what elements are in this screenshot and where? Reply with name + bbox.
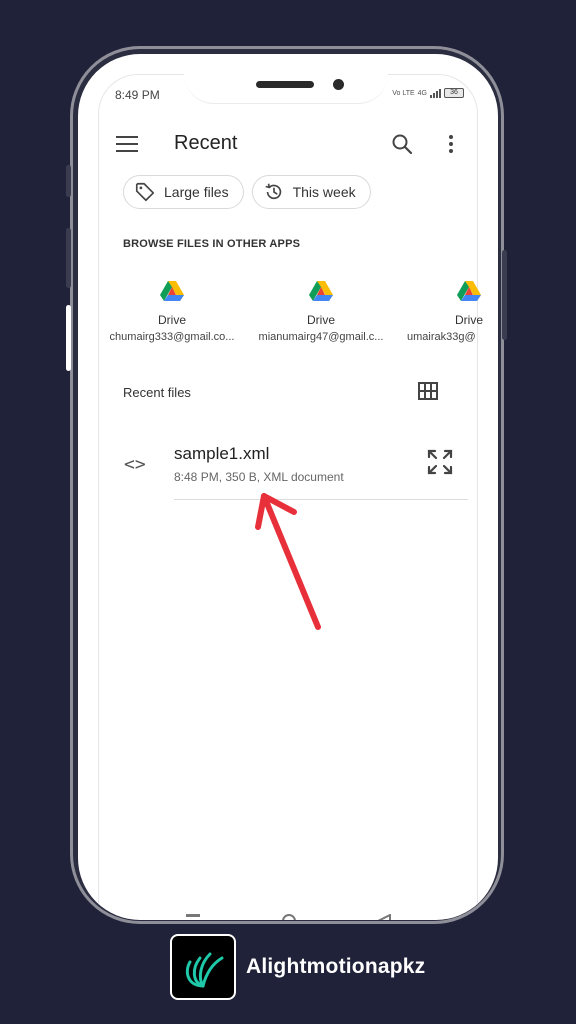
chip-label: This week bbox=[292, 184, 356, 200]
code-icon: <> bbox=[124, 454, 146, 475]
app-account: mianumairg47@gmail.c... bbox=[258, 331, 384, 343]
google-drive-icon bbox=[457, 281, 481, 301]
speaker-grille bbox=[256, 81, 314, 88]
app-bar: Recent bbox=[78, 128, 498, 164]
history-icon bbox=[265, 183, 281, 200]
front-camera bbox=[333, 79, 344, 90]
battery-icon: 36 bbox=[444, 88, 464, 98]
chip-label: Large files bbox=[164, 184, 229, 200]
status-time: 8:49 PM bbox=[115, 88, 160, 102]
expand-icon[interactable] bbox=[426, 448, 454, 476]
file-meta: 8:48 PM, 350 B, XML document bbox=[174, 470, 344, 484]
system-nav-bar bbox=[78, 890, 498, 920]
page-title: Recent bbox=[174, 132, 238, 154]
recent-files-label: Recent files bbox=[123, 385, 191, 400]
browse-section-label: BROWSE FILES IN OTHER APPS bbox=[123, 238, 301, 250]
brand-name: Alightmotionapkz bbox=[246, 955, 426, 978]
volume-button bbox=[66, 165, 71, 197]
file-list-item[interactable]: <> sample1.xml 8:48 PM, 350 B, XML docum… bbox=[78, 432, 498, 502]
google-drive-icon bbox=[309, 281, 333, 301]
app-item-drive[interactable]: Drive chumairg333@gmail.co... bbox=[102, 279, 242, 343]
nav-back-icon[interactable] bbox=[378, 914, 392, 920]
power-button bbox=[66, 305, 71, 371]
alight-motion-logo bbox=[170, 934, 236, 1000]
app-item-drive[interactable]: Drive umairak33g@ bbox=[400, 279, 498, 343]
grid-view-icon[interactable] bbox=[418, 382, 438, 400]
search-icon[interactable] bbox=[390, 132, 414, 156]
more-options-icon[interactable] bbox=[443, 132, 459, 156]
app-name: Drive bbox=[306, 313, 335, 327]
app-name: Drive bbox=[455, 313, 484, 327]
hamburger-menu-icon[interactable] bbox=[116, 136, 138, 154]
notch bbox=[184, 54, 388, 104]
signal-label: 4G bbox=[417, 89, 427, 97]
nav-home-icon[interactable] bbox=[282, 914, 296, 920]
list-divider bbox=[174, 499, 468, 500]
app-account: umairak33g@ bbox=[407, 331, 476, 343]
tag-icon bbox=[135, 182, 155, 202]
phone-screen: 8:49 PM Vo LTE 4G 36 Recent Large files bbox=[78, 54, 498, 920]
volume-button-lower bbox=[66, 228, 71, 288]
app-name: Drive bbox=[157, 313, 186, 327]
nav-recents-icon[interactable] bbox=[186, 914, 200, 920]
filter-chip-this-week[interactable]: This week bbox=[251, 175, 371, 209]
google-drive-icon bbox=[160, 281, 184, 301]
app-account: chumairg333@gmail.co... bbox=[109, 331, 235, 343]
brand-watermark: Alightmotionapkz bbox=[170, 934, 425, 1000]
file-name: sample1.xml bbox=[174, 444, 270, 463]
side-button-right bbox=[502, 250, 507, 340]
signal-bars-icon bbox=[430, 88, 441, 98]
network-label: Vo LTE bbox=[392, 89, 415, 97]
status-icons: Vo LTE 4G 36 bbox=[392, 88, 464, 98]
filter-chips: Large files This week bbox=[123, 175, 371, 209]
app-item-drive[interactable]: Drive mianumairg47@gmail.c... bbox=[251, 279, 391, 343]
filter-chip-large-files[interactable]: Large files bbox=[123, 175, 244, 209]
browse-apps-row: Drive chumairg333@gmail.co... Drive mian… bbox=[78, 279, 498, 359]
